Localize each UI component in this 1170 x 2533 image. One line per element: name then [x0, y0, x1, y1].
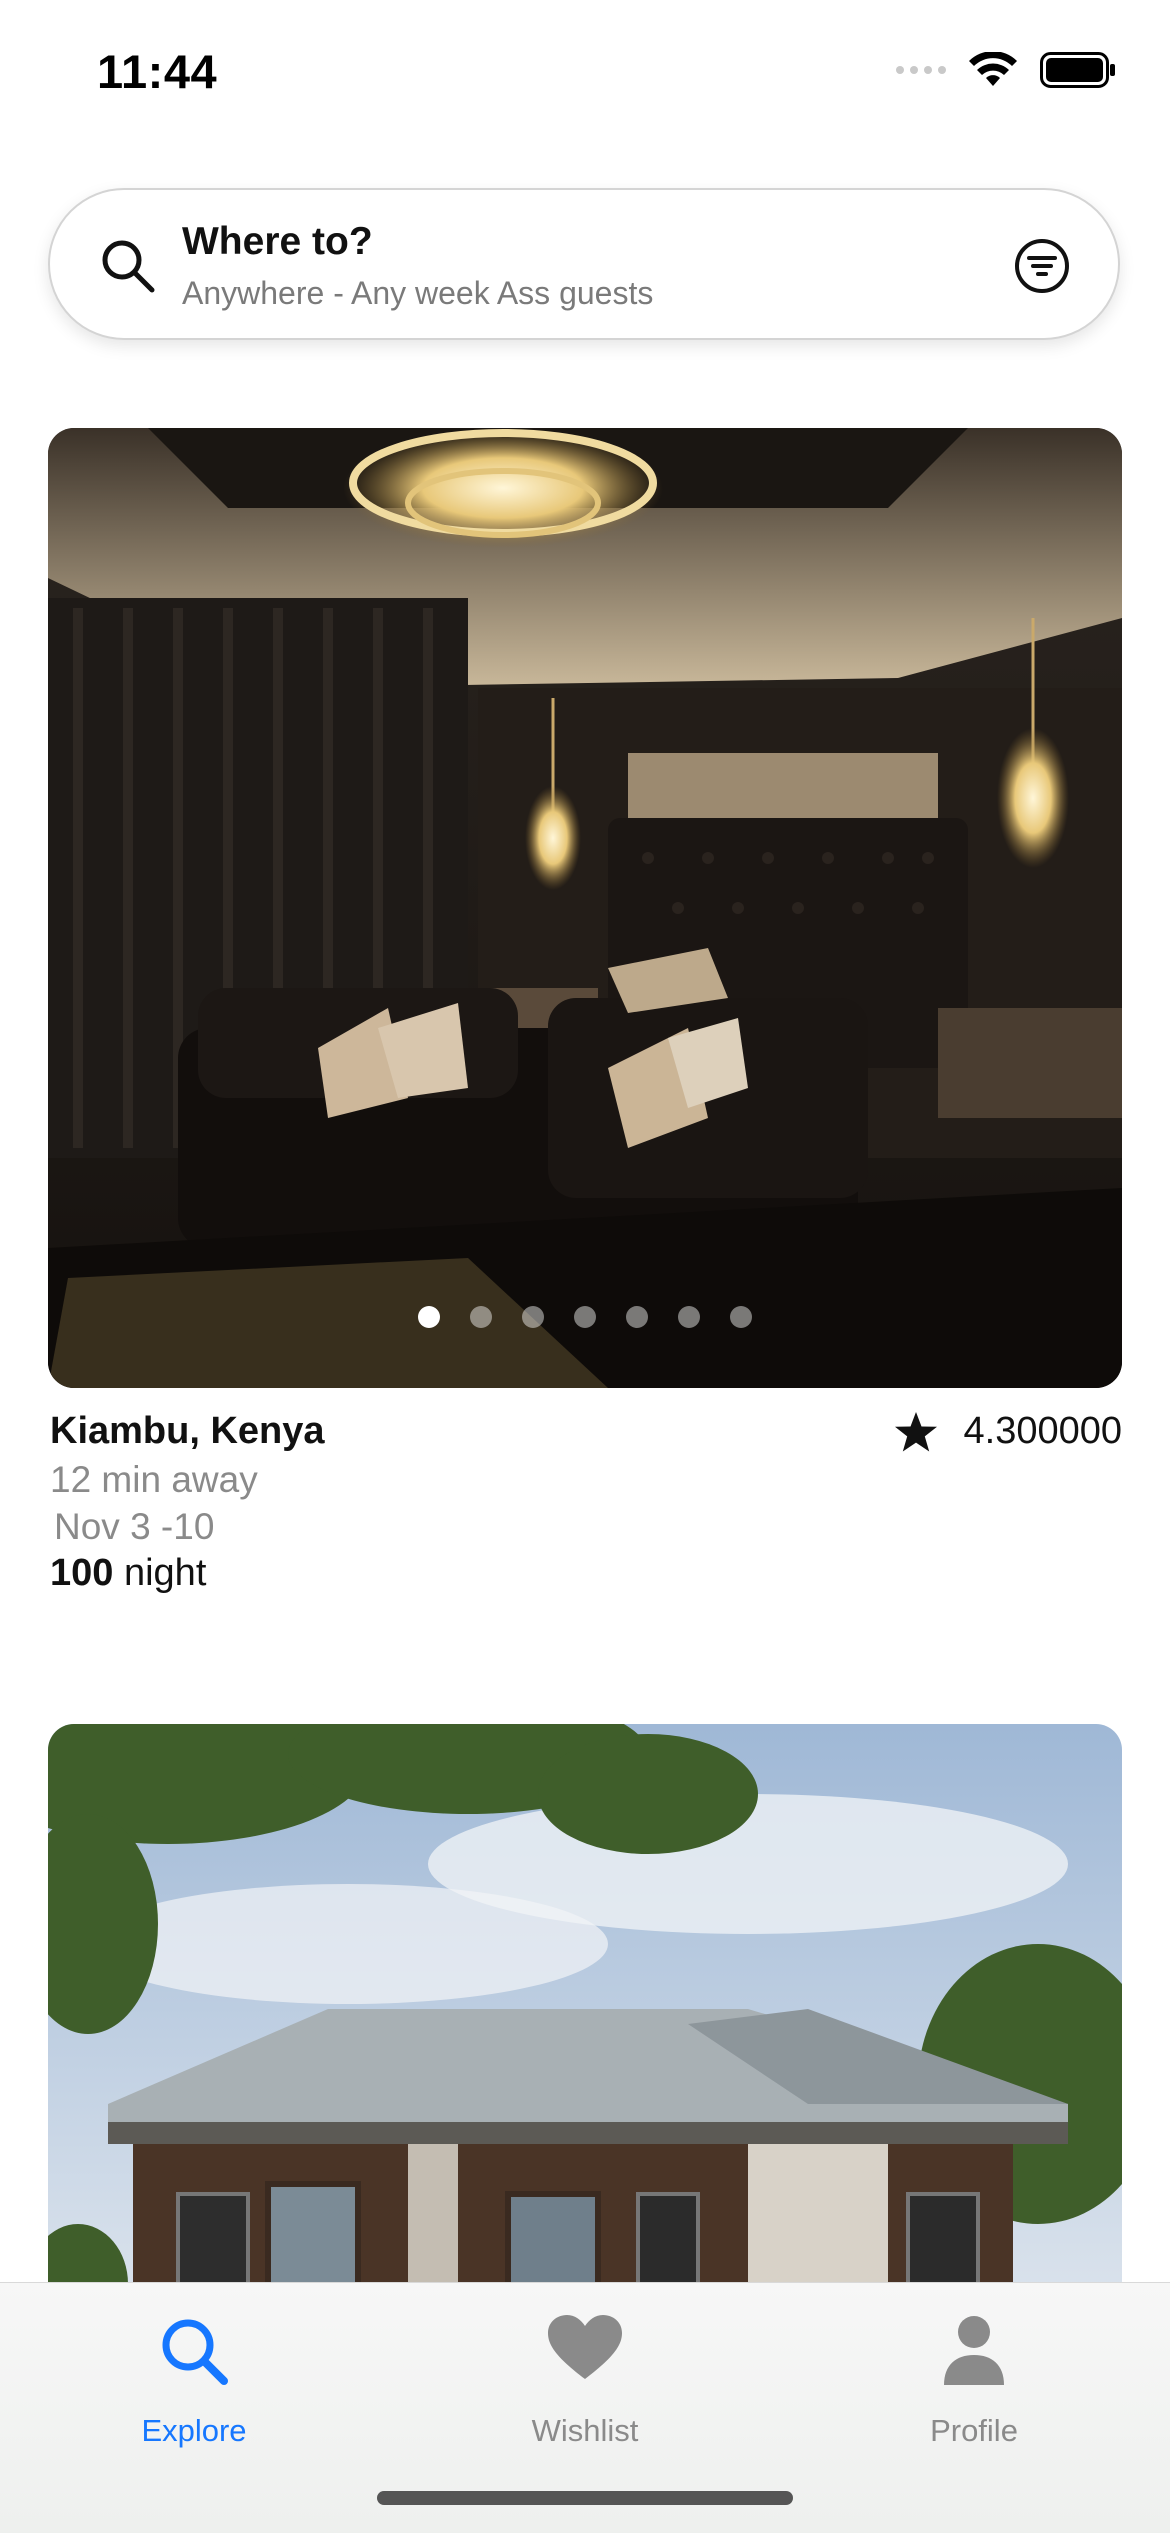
search-icon [102, 240, 155, 293]
listing-rating: 4.300000 [894, 1410, 1123, 1453]
image-pager[interactable] [48, 1306, 1122, 1328]
wifi-icon [969, 52, 1017, 86]
battery-icon [1040, 52, 1115, 88]
house-photo [48, 1724, 1122, 2344]
tab-label: Profile [930, 2413, 1018, 2448]
listing-image-house[interactable] [48, 1724, 1122, 2344]
pager-dot[interactable] [626, 1306, 648, 1328]
search-subtitle: Anywhere - Any week Ass guests [182, 275, 654, 311]
heart-icon [548, 2315, 622, 2379]
status-icons [896, 52, 1116, 88]
tab-explore[interactable]: Explore [74, 2303, 314, 2453]
status-bar: 11:44 [0, 0, 1170, 150]
star-icon [894, 1411, 937, 1451]
pager-dot[interactable] [678, 1306, 700, 1328]
signal-icon [896, 66, 946, 74]
pager-dot[interactable] [574, 1306, 596, 1328]
listing-info[interactable]: Kiambu, Kenya 4.300000 12 min away Nov 3… [48, 1408, 1122, 1608]
rating-value: 4.300000 [963, 1410, 1123, 1452]
tab-label: Explore [141, 2413, 247, 2448]
pager-dot[interactable] [522, 1306, 544, 1328]
tab-wishlist[interactable]: Wishlist [465, 2303, 705, 2453]
listing-location: Kiambu, Kenya [50, 1410, 325, 1452]
pager-dot[interactable] [470, 1306, 492, 1328]
home-indicator[interactable] [377, 2491, 793, 2505]
listing-price: 100 night [50, 1552, 206, 1595]
pager-dot[interactable] [418, 1306, 440, 1328]
status-time: 11:44 [97, 45, 218, 98]
search-title: Where to? [182, 220, 373, 263]
listing-image-bedroom[interactable] [48, 428, 1122, 1388]
tab-label: Wishlist [531, 2413, 639, 2448]
listing-distance: 12 min away [50, 1459, 258, 1500]
filter-icon[interactable] [1014, 238, 1070, 294]
price-amount: 100 [50, 1552, 114, 1594]
bedroom-photo [48, 428, 1122, 1388]
search-bar[interactable]: Where to? Anywhere - Any week Ass guests [48, 188, 1120, 340]
pager-dot[interactable] [730, 1306, 752, 1328]
price-unit: night [123, 1552, 207, 1594]
search-icon [162, 2319, 228, 2385]
listing-dates: Nov 3 -10 [54, 1506, 215, 1547]
tab-bar: Explore Wishlist Profile [0, 2282, 1170, 2533]
tab-profile[interactable]: Profile [854, 2303, 1094, 2453]
person-icon [944, 2316, 1004, 2385]
